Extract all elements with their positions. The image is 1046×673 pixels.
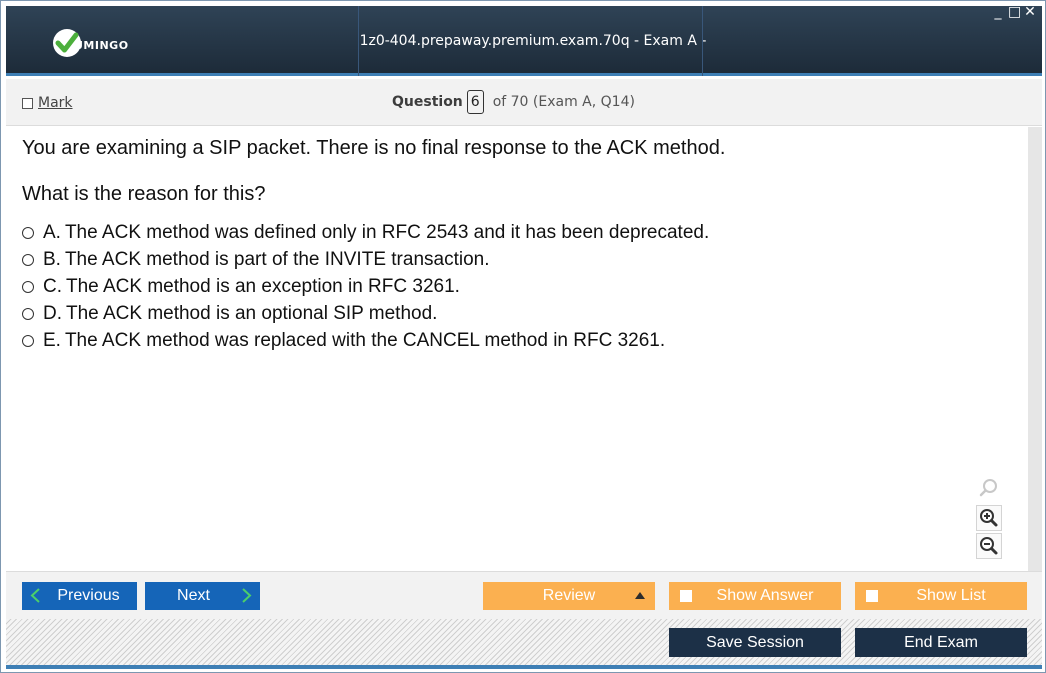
- checkbox-icon[interactable]: [866, 590, 878, 602]
- chevron-right-icon: [242, 588, 252, 603]
- mark-label[interactable]: Mark: [38, 95, 73, 111]
- checkbox-icon[interactable]: [680, 590, 692, 602]
- question-content: You are examining a SIP packet. There is…: [6, 127, 1028, 571]
- app-window: UMINGO 1z0-404.prepaway.premium.exam.70q…: [0, 0, 1046, 673]
- end-exam-button[interactable]: End Exam: [855, 628, 1027, 657]
- next-button[interactable]: Next: [145, 582, 260, 610]
- question-label: Question: [392, 94, 463, 110]
- question-number-input[interactable]: 6: [466, 90, 484, 114]
- title-separator: [702, 6, 703, 76]
- option-text[interactable]: The ACK method was replaced with the CAN…: [65, 330, 665, 352]
- radio-button[interactable]: [22, 226, 34, 239]
- zoom-in-icon[interactable]: [976, 505, 1002, 531]
- option-letter: B.: [43, 248, 61, 270]
- mark-checkbox[interactable]: Mark: [22, 95, 73, 111]
- option-letter: C.: [43, 275, 62, 297]
- review-button[interactable]: Review: [483, 582, 655, 610]
- previous-button[interactable]: Previous: [22, 582, 137, 610]
- option-d[interactable]: D. The ACK method is an optional SIP met…: [22, 300, 709, 327]
- option-e[interactable]: E. The ACK method was replaced with the …: [22, 327, 709, 354]
- question-header: Mark Question 6 of 70 (Exam A, Q14): [6, 79, 1042, 126]
- show-answer-button[interactable]: Show Answer: [669, 582, 841, 610]
- question-total: of 70 (Exam A, Q14): [492, 94, 635, 110]
- answer-options: A. The ACK method was defined only in RF…: [22, 219, 709, 354]
- zoom-out-icon[interactable]: [976, 533, 1002, 559]
- option-letter: D.: [43, 302, 62, 324]
- option-text[interactable]: The ACK method is an exception in RFC 32…: [66, 276, 460, 298]
- chevron-left-icon: [30, 588, 40, 603]
- bottom-bar: Save Session End Exam: [6, 619, 1042, 665]
- question-prompt: What is the reason for this?: [22, 183, 266, 205]
- caret-up-icon[interactable]: [635, 592, 645, 599]
- search-icon[interactable]: [976, 475, 1002, 501]
- logo-text: UMINGO: [74, 39, 129, 52]
- save-session-button[interactable]: Save Session: [669, 628, 841, 657]
- show-list-button[interactable]: Show List: [855, 582, 1027, 610]
- option-letter: A.: [43, 221, 61, 243]
- vertical-scrollbar[interactable]: [1028, 127, 1042, 571]
- title-bar: UMINGO 1z0-404.prepaway.premium.exam.70q…: [6, 4, 1042, 119]
- option-text[interactable]: The ACK method is an optional SIP method…: [66, 303, 437, 325]
- maximize-icon[interactable]: □: [1008, 4, 1021, 20]
- checkbox-icon[interactable]: [22, 97, 33, 109]
- radio-button[interactable]: [22, 334, 34, 347]
- radio-button[interactable]: [22, 253, 34, 266]
- radio-button[interactable]: [22, 280, 34, 293]
- question-indicator: Question 6 of 70 (Exam A, Q14): [392, 90, 635, 114]
- radio-button[interactable]: [22, 307, 34, 320]
- close-icon[interactable]: ✕: [1024, 4, 1036, 20]
- navigation-bar: Previous Next Review Show Answer Show Li…: [6, 571, 1042, 619]
- option-a[interactable]: A. The ACK method was defined only in RF…: [22, 219, 709, 246]
- show-answer-label: Show Answer: [716, 587, 814, 604]
- vumingo-logo: UMINGO: [52, 28, 172, 60]
- review-label: Review: [542, 587, 596, 604]
- next-label: Next: [177, 587, 210, 604]
- question-text: You are examining a SIP packet. There is…: [22, 137, 726, 159]
- option-text[interactable]: The ACK method was defined only in RFC 2…: [65, 222, 709, 244]
- bottom-accent-line: [6, 665, 1042, 669]
- save-session-label: Save Session: [706, 633, 804, 651]
- option-b[interactable]: B. The ACK method is part of the INVITE …: [22, 246, 709, 273]
- show-list-label: Show List: [916, 587, 986, 604]
- option-letter: E.: [43, 329, 61, 351]
- previous-label: Previous: [57, 587, 120, 604]
- window-controls: _ □ ✕: [992, 4, 1036, 20]
- end-exam-label: End Exam: [904, 633, 978, 651]
- option-text[interactable]: The ACK method is part of the INVITE tra…: [65, 249, 490, 271]
- option-c[interactable]: C. The ACK method is an exception in RFC…: [22, 273, 709, 300]
- window-title: 1z0-404.prepaway.premium.exam.70q - Exam…: [359, 33, 707, 119]
- minimize-icon[interactable]: _: [992, 4, 1004, 20]
